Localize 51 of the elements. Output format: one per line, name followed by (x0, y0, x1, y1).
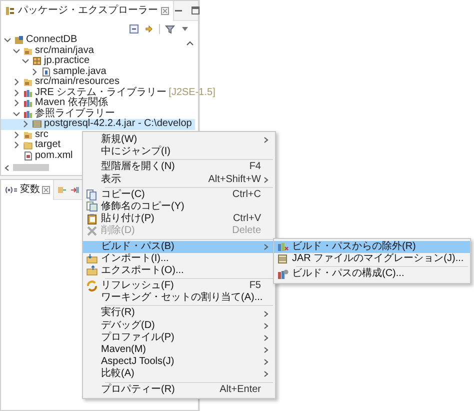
menu-item[interactable]: JAR ファイルのマイグレーション(J)... (274, 253, 470, 266)
tree-label: src/main/resources (35, 77, 120, 88)
menu-item[interactable]: ビルド・パスからの除外(R) (274, 241, 470, 254)
tab-title: パッケージ・エクスプローラー (18, 4, 158, 18)
tree-decoration: [J2SE-1.5] (168, 88, 216, 98)
tree-label: src/main/java (35, 46, 94, 56)
tree-label: postgresql-42.2.4.jar - C:\develop (44, 119, 192, 130)
tree-label: target (35, 140, 61, 150)
tree-label: pom.xml (35, 150, 73, 161)
tree-label: Maven 依存関係 (35, 98, 108, 108)
menu-item[interactable]: AspectJ Tools(J) (83, 356, 275, 368)
tree-label: src (35, 130, 48, 140)
tree-item[interactable]: postgresql-42.2.4.jar - C:\develop (1, 119, 195, 130)
menu-item[interactable]: 型階層を開く(N) F4 (83, 161, 275, 174)
menu-item[interactable]: エクスポート(O)... (83, 264, 275, 278)
view-tab[interactable]: パッケージ・エクスプローラー (1, 0, 174, 20)
tree-item[interactable]: JRE システム・ライブラリー [J2SE-1.5] (1, 88, 218, 98)
menu-item[interactable]: ビルド・パスの構成(C)... (274, 268, 470, 281)
view-tab[interactable]: 変数 (1, 180, 54, 200)
menu-item[interactable]: 表示 Alt+Shift+W (83, 174, 275, 186)
menu-item[interactable]: 中にジャンプ(I) (83, 146, 275, 158)
menu-item[interactable]: 実行(R) (83, 307, 275, 320)
menu-item[interactable]: ビルド・パス(B) (83, 240, 275, 253)
menu-item[interactable]: 貼り付け(P) Ctrl+V (83, 213, 275, 226)
menu-item[interactable]: 比較(A) (83, 368, 275, 381)
menu-item[interactable]: インポート(I)... (83, 252, 275, 265)
tree-item[interactable]: target (1, 140, 64, 150)
tree-item[interactable]: src (1, 130, 52, 140)
menu-item[interactable]: 修飾名のコピー(Y) (83, 200, 275, 214)
tree-item[interactable]: src/main/java (1, 46, 97, 56)
tree-label: ConnectDB (26, 35, 78, 46)
menu-item[interactable]: プロファイル(P) (83, 332, 275, 344)
tree-label: sample.java (53, 66, 106, 76)
tree-item[interactable]: pom.xml (1, 150, 76, 161)
menu-item[interactable]: コピー(C) Ctrl+C (83, 188, 275, 201)
tree-label: JRE システム・ライブラリー (35, 88, 167, 98)
tree-label: jp.practice (44, 56, 90, 66)
menu-item[interactable]: リフレッシュ(F) F5 (83, 280, 275, 292)
menu-item[interactable]: プロパティー(R) Alt+Enter (83, 384, 275, 396)
tree-item[interactable]: 参照ライブラリー (1, 108, 118, 119)
menu-item[interactable]: Maven(M) (83, 344, 275, 356)
tree-item[interactable]: jp.practice (1, 56, 93, 66)
tab-title: 変数 (20, 182, 40, 197)
menu-item[interactable]: ワーキング・セットの割り当て(A)... (83, 292, 275, 304)
menu-item[interactable]: 新規(W) (83, 134, 275, 146)
tree-label: 参照ライブラリー (35, 108, 115, 118)
tree-item[interactable]: sample.java (1, 66, 110, 77)
menu-item[interactable]: デバッグ(D) (83, 320, 275, 332)
tree-item[interactable]: src/main/resources (1, 77, 122, 88)
tree-item[interactable]: Maven 依存関係 (1, 98, 111, 108)
tree-item[interactable]: ConnectDB (1, 35, 80, 46)
